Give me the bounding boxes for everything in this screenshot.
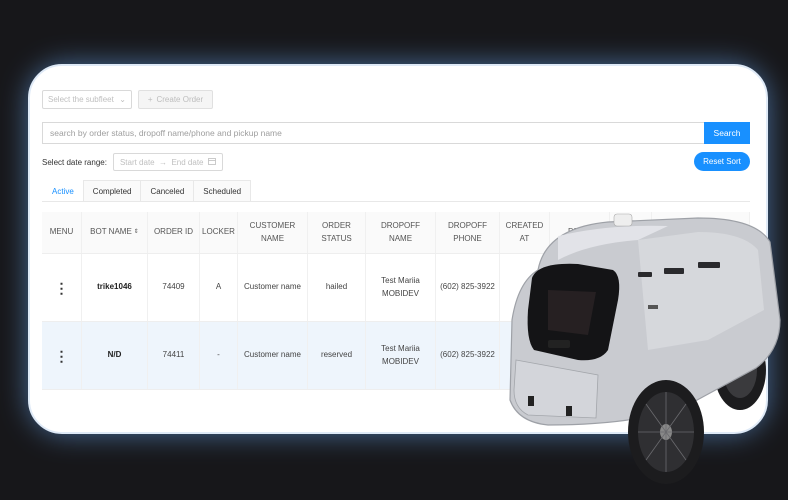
header-locker: LOCKER bbox=[200, 212, 238, 253]
kebab-vertical-icon[interactable]: ⋮ bbox=[55, 281, 69, 295]
search-input[interactable]: search by order status, dropoff name/pho… bbox=[42, 122, 704, 144]
cell-order-id: 74411 bbox=[148, 322, 200, 389]
calendar-icon bbox=[208, 157, 216, 167]
cell-locker: - bbox=[200, 322, 238, 389]
cell-bot-name: trike1046 bbox=[82, 254, 148, 321]
top-sensor bbox=[613, 213, 633, 227]
end-date-input[interactable]: End date bbox=[171, 158, 203, 167]
delivery-robot-image bbox=[509, 213, 781, 484]
date-range-row: Select date range: Start date → End date bbox=[42, 153, 223, 171]
search-button[interactable]: Search bbox=[704, 122, 750, 144]
search-bar: search by order status, dropoff name/pho… bbox=[42, 122, 750, 144]
search-placeholder: search by order status, dropoff name/pho… bbox=[50, 128, 282, 138]
order-tabs: Active Completed Canceled Scheduled bbox=[42, 180, 252, 201]
tab-active[interactable]: Active bbox=[42, 180, 84, 201]
tab-canceled[interactable]: Canceled bbox=[140, 180, 195, 201]
cell-dropoff-name: Test Mariia MOBIDEV bbox=[366, 322, 436, 389]
cell-locker: A bbox=[200, 254, 238, 321]
sort-arrows-icon[interactable]: ⇕ bbox=[134, 228, 139, 237]
cell-order-status: reserved bbox=[308, 322, 366, 389]
chevron-down-icon: ⌄ bbox=[119, 95, 126, 104]
header-order-status: ORDER STATUS bbox=[308, 212, 366, 253]
date-range-label: Select date range: bbox=[42, 157, 107, 167]
tab-scheduled[interactable]: Scheduled bbox=[193, 180, 252, 201]
header-menu: MENU bbox=[42, 212, 82, 253]
header-order-id: ORDER ID bbox=[148, 212, 200, 253]
date-range-picker[interactable]: Start date → End date bbox=[112, 153, 223, 171]
cell-order-id: 74409 bbox=[148, 254, 200, 321]
header-customer-name: CUSTOMER NAME bbox=[238, 212, 308, 253]
cell-order-status: hailed bbox=[308, 254, 366, 321]
row-menu-button[interactable]: ⋮ bbox=[42, 322, 82, 389]
cell-customer-name: Customer name bbox=[238, 254, 308, 321]
tab-completed[interactable]: Completed bbox=[82, 180, 142, 201]
subfleet-placeholder: Select the subfleet bbox=[48, 95, 114, 104]
header-bot-name[interactable]: BOT NAME ⇕ bbox=[82, 212, 148, 253]
header-bot-name-label: BOT NAME bbox=[90, 227, 132, 237]
row-menu-button[interactable]: ⋮ bbox=[42, 254, 82, 321]
plus-icon: + bbox=[147, 95, 153, 104]
start-date-input[interactable]: Start date bbox=[120, 158, 155, 167]
toolbar: Select the subfleet ⌄ + Create Order bbox=[42, 90, 213, 109]
create-order-label: Create Order bbox=[156, 95, 204, 104]
reset-sort-button[interactable]: Reset Sort bbox=[694, 152, 750, 171]
kebab-vertical-icon[interactable]: ⋮ bbox=[55, 349, 69, 363]
header-dropoff-name: DROPOFF NAME bbox=[366, 212, 436, 253]
cell-bot-name: N/D bbox=[82, 322, 148, 389]
create-order-button[interactable]: + Create Order bbox=[138, 90, 213, 109]
cell-dropoff-name: Test Mariia MOBIDEV bbox=[366, 254, 436, 321]
subfleet-select[interactable]: Select the subfleet ⌄ bbox=[42, 90, 132, 109]
cell-customer-name: Customer name bbox=[238, 322, 308, 389]
arrow-right-icon: → bbox=[159, 157, 168, 167]
